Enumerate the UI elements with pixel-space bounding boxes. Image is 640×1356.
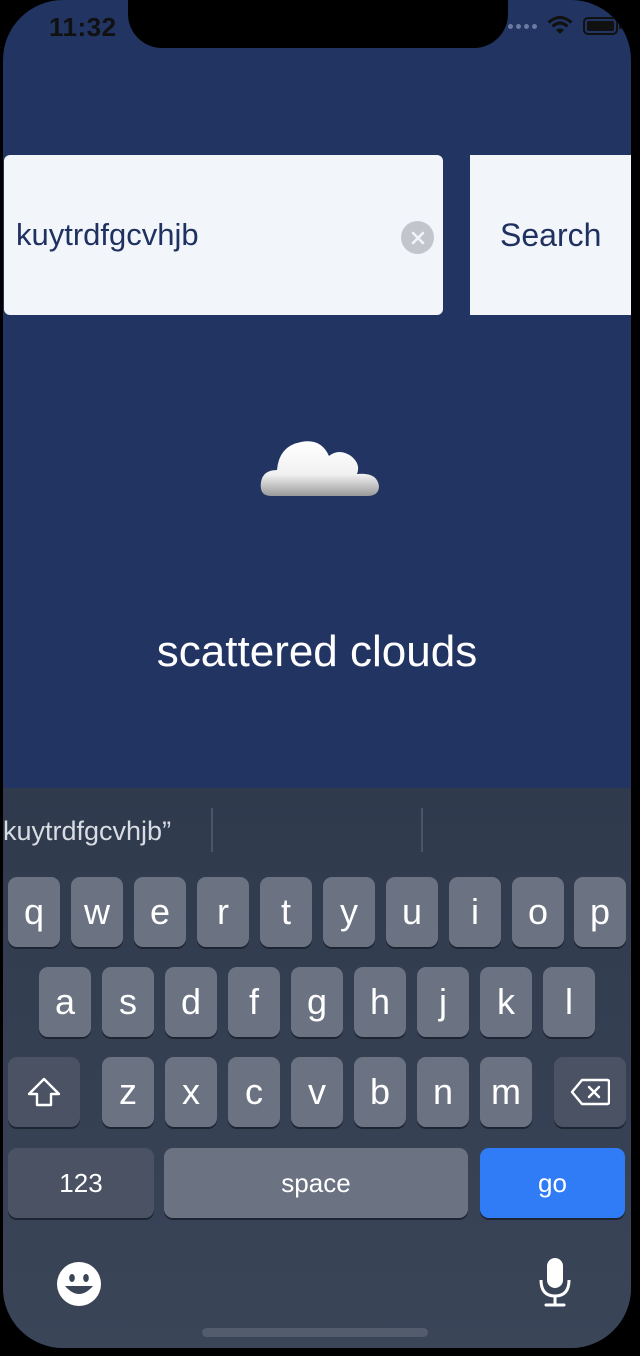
key-a[interactable]: a — [39, 967, 91, 1037]
keyboard: kuytrdfgcvhjb” q w e r t y u i o p a s d… — [3, 788, 631, 1348]
backspace-key[interactable] — [554, 1057, 626, 1127]
key-n[interactable]: n — [417, 1057, 469, 1127]
key-s[interactable]: s — [102, 967, 154, 1037]
key-f[interactable]: f — [228, 967, 280, 1037]
status-icons — [508, 16, 623, 36]
key-g[interactable]: g — [291, 967, 343, 1037]
search-input[interactable]: kuytrdfgcvhjb — [4, 155, 443, 315]
go-key[interactable]: go — [480, 1148, 625, 1218]
shift-key[interactable] — [8, 1057, 80, 1127]
suggestion-bar: kuytrdfgcvhjb” — [3, 788, 631, 874]
key-m[interactable]: m — [480, 1057, 532, 1127]
key-z[interactable]: z — [102, 1057, 154, 1127]
key-p[interactable]: p — [574, 877, 626, 947]
backspace-icon — [570, 1078, 610, 1106]
wifi-icon — [547, 16, 573, 34]
key-i[interactable]: i — [449, 877, 501, 947]
shift-icon — [27, 1077, 61, 1107]
signal-icon — [508, 23, 537, 29]
key-k[interactable]: k — [480, 967, 532, 1037]
cloud-icon — [260, 441, 379, 496]
emoji-icon[interactable] — [55, 1260, 103, 1308]
status-time: 11:32 — [49, 12, 117, 42]
suggestion-item[interactable]: kuytrdfgcvhjb” — [3, 816, 171, 847]
key-v[interactable]: v — [291, 1057, 343, 1127]
battery-icon — [583, 17, 622, 35]
key-b[interactable]: b — [354, 1057, 406, 1127]
key-t[interactable]: t — [260, 877, 312, 947]
search-input-text: kuytrdfgcvhjb — [16, 217, 199, 252]
key-u[interactable]: u — [386, 877, 438, 947]
key-q[interactable]: q — [8, 877, 60, 947]
space-key[interactable]: space — [164, 1148, 468, 1218]
search-button-label: Search — [500, 217, 602, 253]
home-indicator[interactable] — [202, 1328, 428, 1337]
key-e[interactable]: e — [134, 877, 186, 947]
key-d[interactable]: d — [165, 967, 217, 1037]
key-x[interactable]: x — [165, 1057, 217, 1127]
key-o[interactable]: o — [512, 877, 564, 947]
clear-search-button[interactable] — [401, 221, 434, 254]
numbers-key[interactable]: 123 — [8, 1148, 154, 1218]
go-key-label: go — [538, 1167, 567, 1198]
numbers-key-label: 123 — [59, 1167, 103, 1198]
key-r[interactable]: r — [197, 877, 249, 947]
space-key-label: space — [281, 1167, 351, 1198]
notch — [128, 0, 508, 48]
key-w[interactable]: w — [71, 877, 123, 947]
close-icon — [411, 231, 424, 244]
phone-screen: 11:32 kuytrdfgcvhjb Search scattered clo… — [3, 0, 631, 1348]
key-c[interactable]: c — [228, 1057, 280, 1127]
microphone-icon[interactable] — [537, 1256, 573, 1308]
suggestion-divider — [421, 808, 423, 852]
key-h[interactable]: h — [354, 967, 406, 1037]
search-button[interactable]: Search — [470, 155, 631, 315]
key-j[interactable]: j — [417, 967, 469, 1037]
key-l[interactable]: l — [543, 967, 595, 1037]
weather-description: scattered clouds — [156, 627, 478, 676]
key-y[interactable]: y — [323, 877, 375, 947]
suggestion-divider — [211, 808, 213, 852]
